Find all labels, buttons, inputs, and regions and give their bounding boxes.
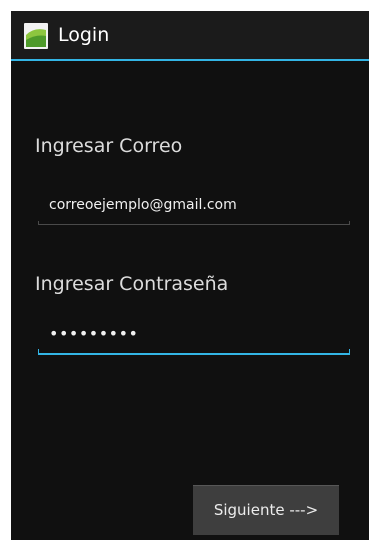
password-field-underline-left-end [38,349,39,355]
email-field-underline [38,224,350,225]
password-value: ••••••••• [49,324,139,343]
password-field-underline [38,353,350,355]
password-field-underline-right-end [349,349,350,355]
email-field-underline-right-end [349,221,350,225]
app-title: Login [58,24,110,46]
password-label: Ingresar Contraseña [35,273,229,295]
login-screen: Login Ingresar Correo correoejemplo@gmai… [11,11,369,540]
email-field[interactable]: correoejemplo@gmail.com [38,191,350,225]
android-app-icon [24,23,48,49]
action-bar-divider [11,59,369,61]
email-value: correoejemplo@gmail.com [49,197,237,213]
action-bar: Login [11,11,369,59]
email-label: Ingresar Correo [35,135,183,157]
password-field[interactable]: ••••••••• [38,321,350,355]
email-field-underline-left-end [38,221,39,225]
next-button[interactable]: Siguiente ---> [193,485,339,535]
